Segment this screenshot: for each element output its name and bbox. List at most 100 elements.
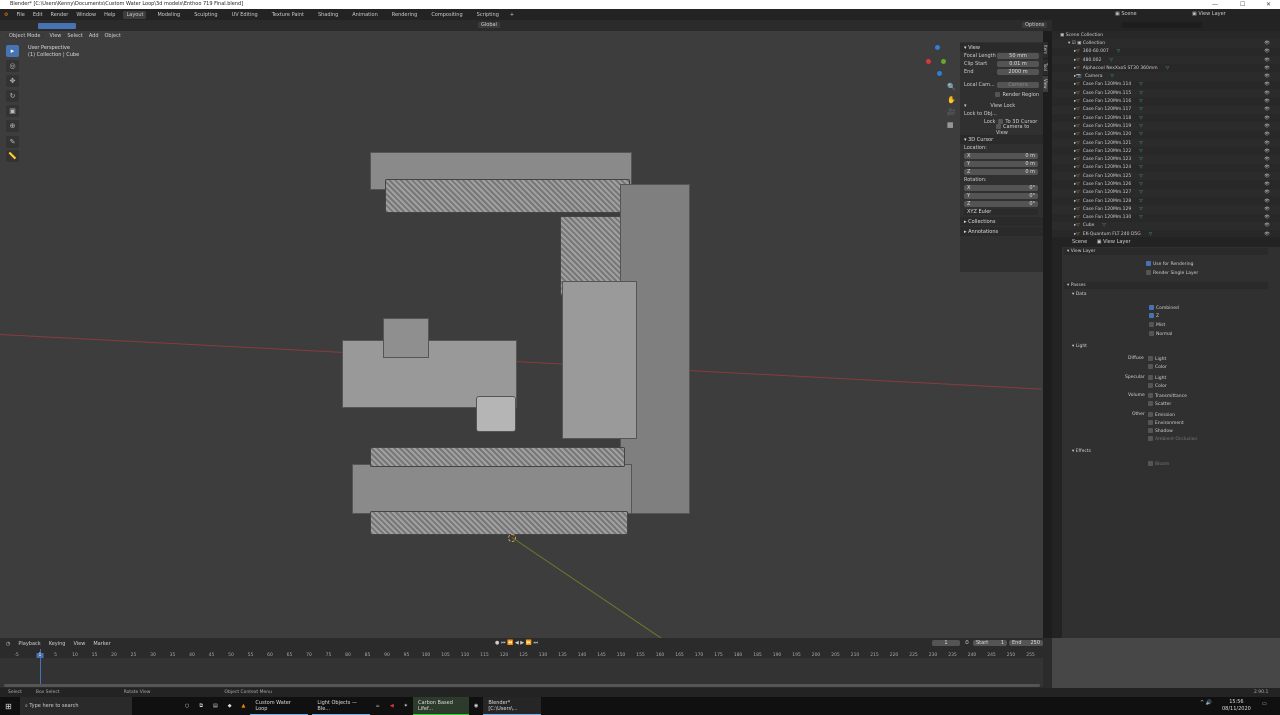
outliner-item[interactable]: ▸ ▽ Case Fan 120Mm.120 ▽ 👁 — [1052, 131, 1280, 139]
workspace-tab[interactable]: Animation — [349, 11, 381, 19]
annotations-section-header[interactable]: ▸ Annotations — [960, 227, 1043, 236]
specular-color-checkbox[interactable]: Color — [1148, 383, 1167, 389]
menu-window[interactable]: Window — [76, 12, 96, 18]
outliner-item[interactable]: ▸ 📷 Camera ▽ 👁 — [1052, 72, 1280, 81]
visibility-eye-icon[interactable]: 👁 — [1264, 132, 1270, 137]
menu-file[interactable]: File — [16, 12, 24, 18]
visibility-eye-icon[interactable]: 👁 — [1264, 174, 1270, 179]
taskbar-app-blender[interactable]: Blender* [C:\Users\... — [483, 697, 542, 715]
outliner-item[interactable]: ▸ ▽ Case Fan 120Mm.129 ▽ 👁 — [1052, 205, 1280, 214]
passes-panel-header[interactable]: ▾ Passes — [1064, 282, 1268, 289]
workspace-tab[interactable]: Scripting — [474, 11, 502, 19]
emission-checkbox[interactable]: Emission — [1148, 412, 1175, 418]
outliner-item[interactable]: ▸ ▽ Case Fan 120Mm.117 ▽ 👁 — [1052, 105, 1280, 114]
pinned-app-icon[interactable]: ◉ — [469, 697, 483, 715]
environment-checkbox[interactable]: Environment — [1148, 420, 1184, 426]
view-lock-header[interactable]: View Lock — [990, 103, 1015, 109]
3d-viewport[interactable]: ▸ ◎ ✥ ↻ ▣ ⊕ ✎ 📏 User Perspective (1) Col… — [0, 31, 1043, 638]
minimize-button[interactable]: — — [1212, 0, 1218, 9]
cursor-location-z[interactable]: Z 0 m — [964, 169, 1038, 175]
ambient-occlusion-checkbox[interactable]: Ambient Occlusion — [1148, 436, 1197, 442]
collection-row[interactable]: ▾ ☑ ▣ Collection 👁 — [1052, 39, 1280, 48]
menu-playback[interactable]: Playback — [18, 641, 40, 647]
options-dropdown[interactable]: Options — [1022, 22, 1048, 28]
outliner-item[interactable]: ▸ ▽ Alphacool NexXxoS ST30 360mm ▽ 👁 — [1052, 64, 1280, 72]
menu-keying[interactable]: Keying — [49, 641, 66, 647]
object-mode-dropdown[interactable]: Object Mode — [6, 32, 44, 39]
outliner-item[interactable]: ▸ ▽ Case Fan 120Mm.124 ▽ 👁 — [1052, 164, 1280, 172]
outliner-item[interactable]: ▸ ▽ 480.002 ▽ 👁 — [1052, 55, 1280, 65]
rotation-mode-dropdown[interactable]: XYZ Euler — [964, 209, 1038, 215]
visibility-eye-icon[interactable]: 👁 — [1264, 182, 1270, 187]
transmittance-checkbox[interactable]: Transmittance — [1148, 393, 1187, 399]
collections-section-header[interactable]: ▸ Collections — [960, 217, 1043, 226]
start-frame-field[interactable]: Start 1 — [973, 640, 1007, 646]
render-single-layer-checkbox[interactable]: Render Single Layer — [1146, 270, 1198, 276]
maximize-button[interactable]: ☐ — [1240, 0, 1245, 9]
visibility-eye-icon[interactable]: 👁 — [1264, 49, 1270, 54]
visibility-eye-icon[interactable]: 👁 — [1264, 107, 1270, 112]
transform-orientation-dropdown[interactable]: Global — [478, 22, 500, 28]
annotate-tool-icon[interactable]: ✎ — [6, 136, 19, 148]
scatter-checkbox[interactable]: Scatter — [1148, 401, 1171, 407]
outliner-item[interactable]: ▸ ▽ Case Fan 120Mm.121 ▽ 👁 — [1052, 138, 1280, 148]
visibility-eye-icon[interactable]: 👁 — [1264, 223, 1270, 228]
outliner-item[interactable]: ▸ ▽ EK-Quantum FLT 240 D5G ▽ 👁 — [1052, 230, 1280, 237]
cursor-location-y[interactable]: Y 0 m — [964, 161, 1038, 167]
system-tray-icons[interactable]: ^ 🔊 — [1200, 700, 1212, 706]
taskbar-app-chrome[interactable]: Light Objects — Ble... — [312, 697, 371, 715]
scale-tool-icon[interactable]: ▣ — [6, 105, 19, 117]
scene-label[interactable]: Scene — [1072, 239, 1087, 245]
close-button[interactable]: ✕ — [1266, 0, 1271, 9]
select-box-tool-icon[interactable]: ▸ — [6, 45, 19, 57]
move-tool-icon[interactable]: ✥ — [6, 75, 19, 87]
outliner-item[interactable]: ▸ ▽ Case Fan 120Mm.126 ▽ 👁 — [1052, 180, 1280, 188]
select-mode-buttons[interactable] — [38, 23, 76, 29]
radiator-bottom[interactable] — [352, 464, 632, 514]
navigation-gizmo[interactable] — [924, 43, 948, 79]
visibility-eye-icon[interactable]: 👁 — [1264, 124, 1270, 129]
light-subpanel-header[interactable]: ▾ Light — [1072, 344, 1087, 349]
visibility-eye-icon[interactable]: 👁 — [1264, 199, 1270, 204]
workspace-tab[interactable]: Modeling — [154, 11, 183, 19]
outliner-item[interactable]: ▸ ▽ Case Fan 120Mm.130 ▽ 👁 — [1052, 214, 1280, 222]
menu-render[interactable]: Render — [51, 12, 69, 18]
visibility-eye-icon[interactable]: 👁 — [1264, 141, 1270, 146]
specular-light-checkbox[interactable]: Light — [1148, 375, 1166, 381]
cursor-rotation-z[interactable]: Z 0° — [964, 201, 1038, 207]
tab-view[interactable]: View — [1043, 76, 1048, 92]
fan-row-top[interactable] — [385, 179, 630, 213]
z-checkbox[interactable]: Z — [1149, 313, 1159, 319]
outliner-item[interactable]: ▸ ▽ 360-60.007 ▽ 👁 — [1052, 48, 1280, 56]
outliner-item[interactable]: ▸ ▽ Cube ▽ 👁 — [1052, 221, 1280, 231]
clip-end-field[interactable]: 2000 m — [997, 69, 1039, 75]
taskbar-app-explorer[interactable]: Custom Water Loop — [250, 697, 309, 715]
3d-cursor-section-header[interactable]: ▾ 3D Cursor — [960, 135, 1043, 144]
cortana-icon[interactable]: ○ — [180, 697, 194, 715]
taskbar-app-music[interactable]: Carbon Based Lifef... — [412, 697, 469, 715]
visibility-eye-icon[interactable]: 👁 — [1264, 82, 1270, 87]
menu-select[interactable]: Select — [67, 33, 82, 39]
workspace-tab[interactable]: Layout — [123, 10, 147, 19]
scene-selector[interactable]: ▣ Scene — [1115, 11, 1137, 17]
transform-tool-icon[interactable]: ⊕ — [6, 120, 19, 132]
pinned-app-icon[interactable]: ◆ — [223, 697, 237, 715]
pinned-app-icon[interactable]: ☕ — [370, 697, 384, 715]
camera-to-view-checkbox[interactable]: Camera to View — [996, 124, 1039, 136]
effects-subpanel-header[interactable]: ▾ Effects — [1072, 449, 1091, 454]
outliner-search-input[interactable] — [1122, 22, 1202, 28]
editor-type-icon[interactable]: ◷ — [6, 641, 10, 647]
pump[interactable] — [476, 396, 516, 432]
measure-tool-icon[interactable]: 📏 — [6, 150, 19, 162]
current-frame-field[interactable]: 1 — [932, 640, 960, 646]
3d-cursor-icon[interactable] — [508, 534, 516, 542]
fan-row-bottom[interactable] — [370, 511, 628, 535]
clock[interactable]: 15:56 08/11/2020 — [1222, 699, 1251, 713]
use-for-rendering-checkbox[interactable]: Use for Rendering — [1146, 261, 1193, 267]
visibility-eye-icon[interactable]: 👁 — [1264, 41, 1270, 46]
combined-checkbox[interactable]: Combined — [1149, 305, 1179, 311]
shadow-checkbox[interactable]: Shadow — [1148, 428, 1173, 434]
diffuse-light-checkbox[interactable]: Light — [1148, 356, 1166, 362]
visibility-eye-icon[interactable]: 👁 — [1264, 66, 1270, 71]
diffuse-color-checkbox[interactable]: Color — [1148, 364, 1167, 370]
